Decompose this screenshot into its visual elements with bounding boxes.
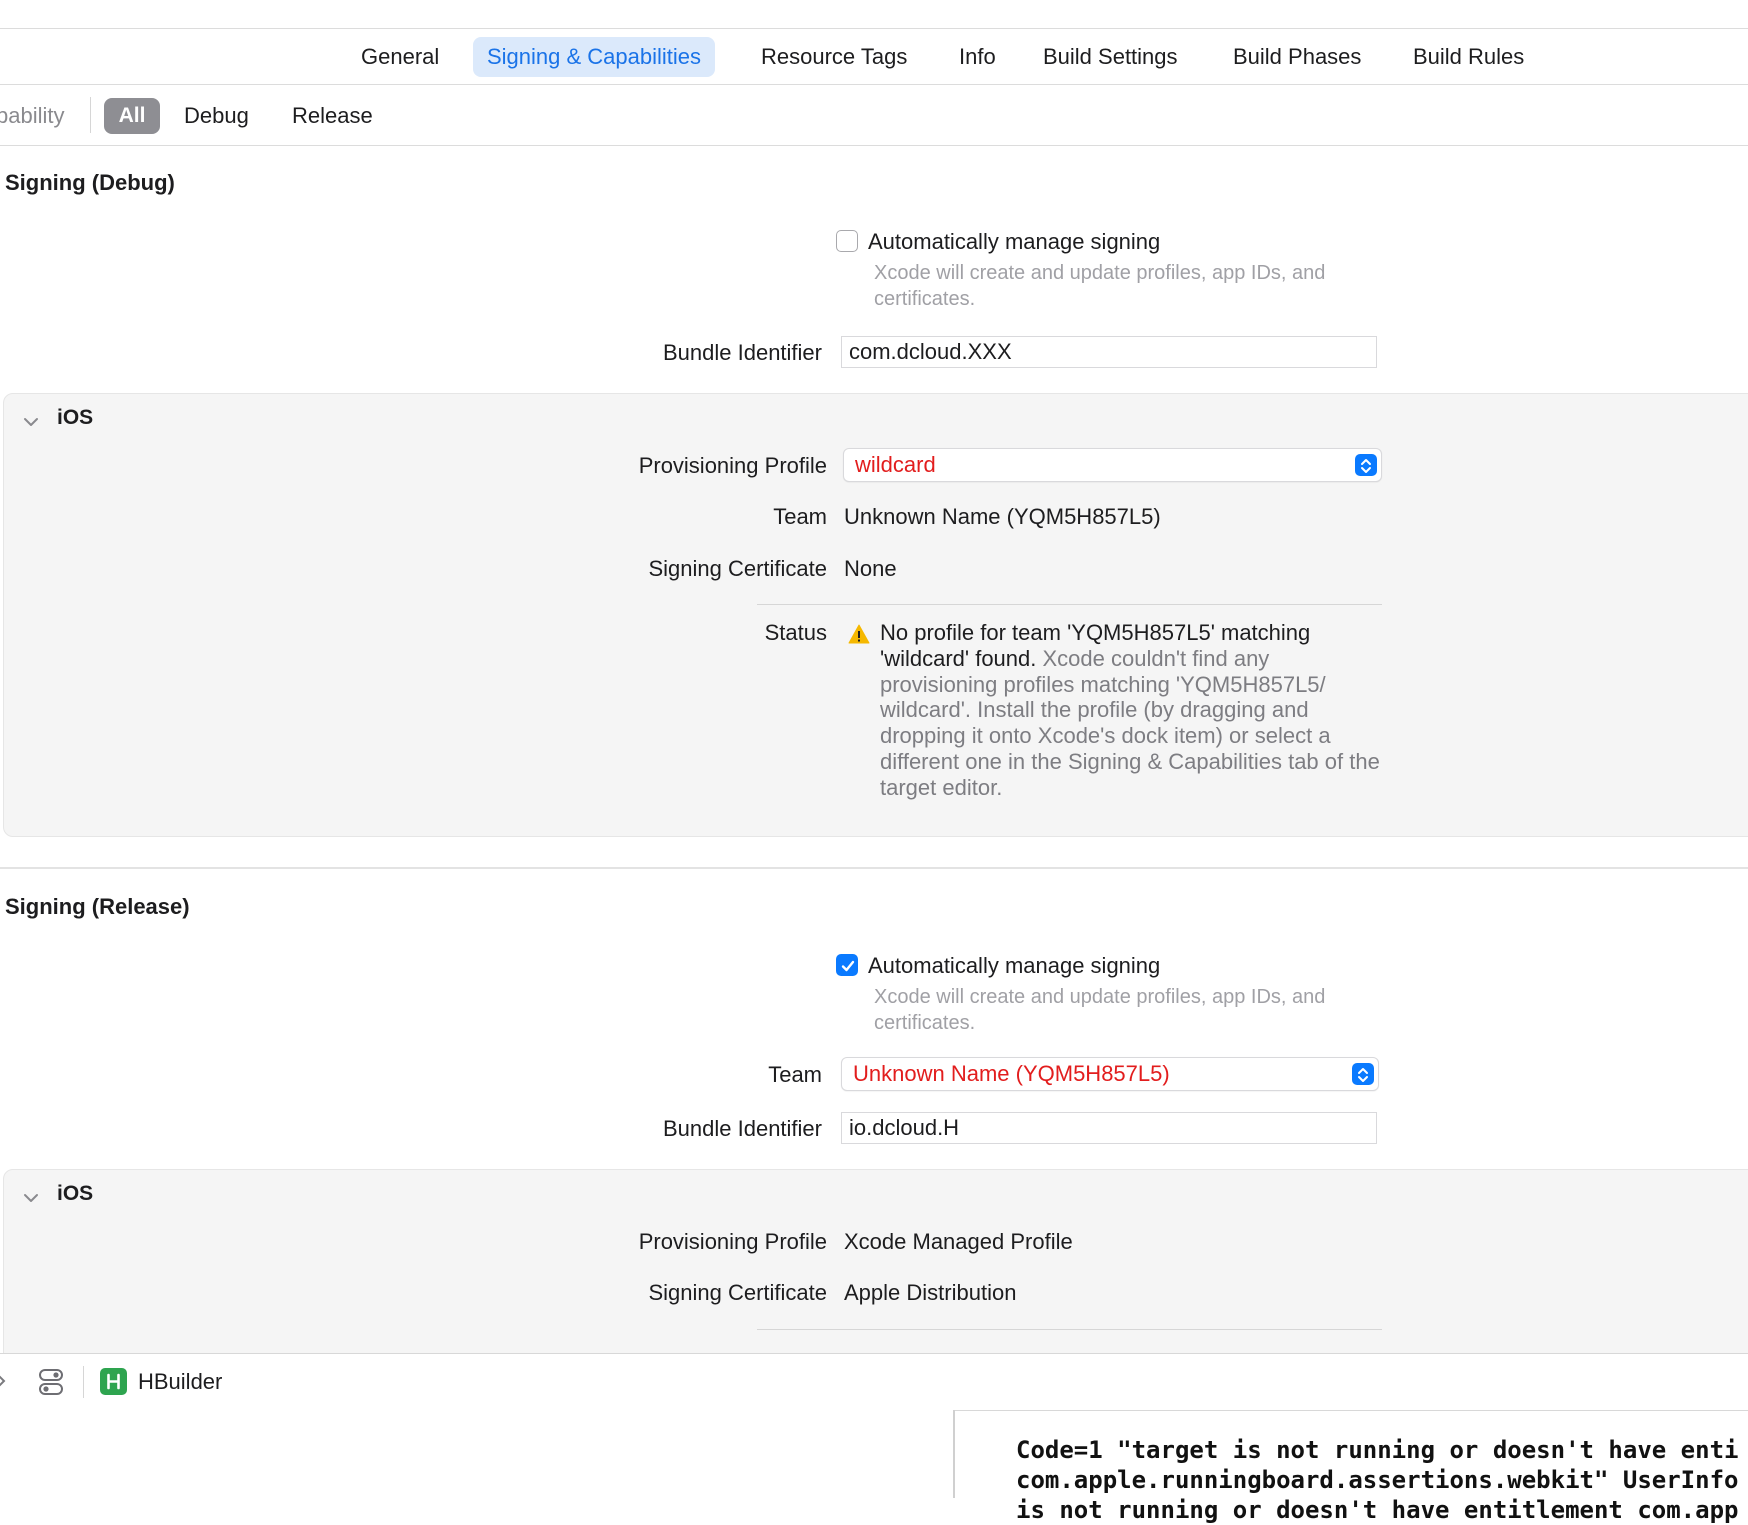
debug-auto-manage-checkbox[interactable] — [836, 230, 858, 252]
chevron-down-icon[interactable] — [22, 1189, 40, 1207]
release-cert-label: Signing Certificate — [648, 1280, 827, 1305]
debug-auto-manage-label[interactable]: Automatically manage signing — [868, 229, 1160, 255]
debug-team-value: Unknown Name (YQM5H857L5) — [844, 504, 1161, 529]
debug-auto-manage-hint: Xcode will create and update profiles, a… — [874, 262, 1326, 310]
console-line: is not running or doesn't have entitleme… — [1016, 1496, 1739, 1524]
tab-general[interactable]: General — [361, 37, 439, 77]
release-cert-value: Apple Distribution — [844, 1280, 1017, 1305]
release-status-divider — [757, 1329, 1382, 1330]
tab-resource-tags[interactable]: Resource Tags — [761, 37, 907, 77]
release-profile-value: Xcode Managed Profile — [844, 1229, 1073, 1254]
tab-build-rules[interactable]: Build Rules — [1413, 37, 1524, 77]
debug-status-label: Status — [764, 620, 827, 645]
debug-cert-value: None — [844, 556, 897, 581]
debug-bar: HBuilder — [0, 1353, 1748, 1411]
popup-stepper-icon — [1355, 454, 1377, 476]
section-separator — [0, 867, 1748, 869]
release-team-value: Unknown Name (YQM5H857L5) — [853, 1061, 1170, 1086]
configuration-filter-bar: pability All Debug Release — [0, 85, 1748, 146]
release-team-popup[interactable]: Unknown Name (YQM5H857L5) — [841, 1057, 1379, 1091]
release-ios-panel: iOS — [3, 1169, 1748, 1369]
step-over-icon[interactable] — [0, 1371, 10, 1391]
signing-release-title: Signing (Release) — [5, 894, 190, 919]
filter-divider — [90, 97, 91, 133]
debug-ios-label: iOS — [57, 406, 94, 429]
toggle-icon[interactable] — [38, 1368, 64, 1396]
signing-debug-title: Signing (Debug) — [5, 170, 175, 195]
release-bundle-id-field[interactable]: io.dcloud.H — [841, 1112, 1377, 1144]
debug-profile-label: Provisioning Profile — [638, 453, 827, 478]
debug-profile-value: wildcard — [855, 452, 936, 477]
release-auto-manage-checkbox[interactable] — [836, 954, 858, 976]
console-line: Code=1 "target is not running or doesn't… — [1016, 1436, 1739, 1464]
popup-stepper-icon — [1352, 1063, 1374, 1085]
chevron-down-icon[interactable] — [22, 413, 40, 431]
debug-bundle-id-label: Bundle Identifier — [663, 340, 822, 365]
release-auto-manage-hint: Xcode will create and update profiles, a… — [874, 986, 1326, 1034]
bar-divider — [83, 1366, 84, 1398]
hbuilder-app-icon — [100, 1368, 127, 1395]
add-capability-button[interactable]: pability — [0, 99, 64, 133]
tab-build-settings[interactable]: Build Settings — [1043, 37, 1178, 77]
release-bundle-id-label: Bundle Identifier — [663, 1116, 822, 1141]
tab-info[interactable]: Info — [959, 37, 996, 77]
debug-team-label: Team — [773, 504, 827, 529]
debug-cert-label: Signing Certificate — [648, 556, 827, 581]
debug-bundle-id-field[interactable]: com.dcloud.XXX — [841, 336, 1377, 368]
tab-signing-capabilities[interactable]: Signing & Capabilities — [473, 37, 716, 77]
tab-build-phases[interactable]: Build Phases — [1233, 37, 1361, 77]
release-profile-label: Provisioning Profile — [638, 1229, 827, 1254]
filter-debug[interactable]: Debug — [184, 99, 249, 133]
console-output: Code=1 "target is not running or doesn't… — [1016, 1405, 1738, 1525]
release-team-label: Team — [768, 1062, 822, 1087]
scheme-name[interactable]: HBuilder — [138, 1367, 222, 1397]
debug-profile-popup[interactable]: wildcard — [843, 448, 1382, 482]
variables-pane — [0, 1410, 955, 1498]
debug-status-message: No profile for team 'YQM5H857L5' matchin… — [880, 620, 1380, 801]
filter-all[interactable]: All — [104, 98, 160, 134]
debug-status-divider — [757, 604, 1382, 605]
filter-release[interactable]: Release — [292, 99, 373, 133]
editor-tab-bar: General Signing & Capabilities Resource … — [0, 29, 1748, 85]
checkmark-icon — [841, 960, 855, 972]
console-line: com.apple.runningboard.assertions.webkit… — [1016, 1466, 1739, 1494]
warning-icon — [848, 624, 870, 644]
release-ios-label: iOS — [57, 1182, 94, 1205]
release-auto-manage-label[interactable]: Automatically manage signing — [868, 953, 1160, 979]
